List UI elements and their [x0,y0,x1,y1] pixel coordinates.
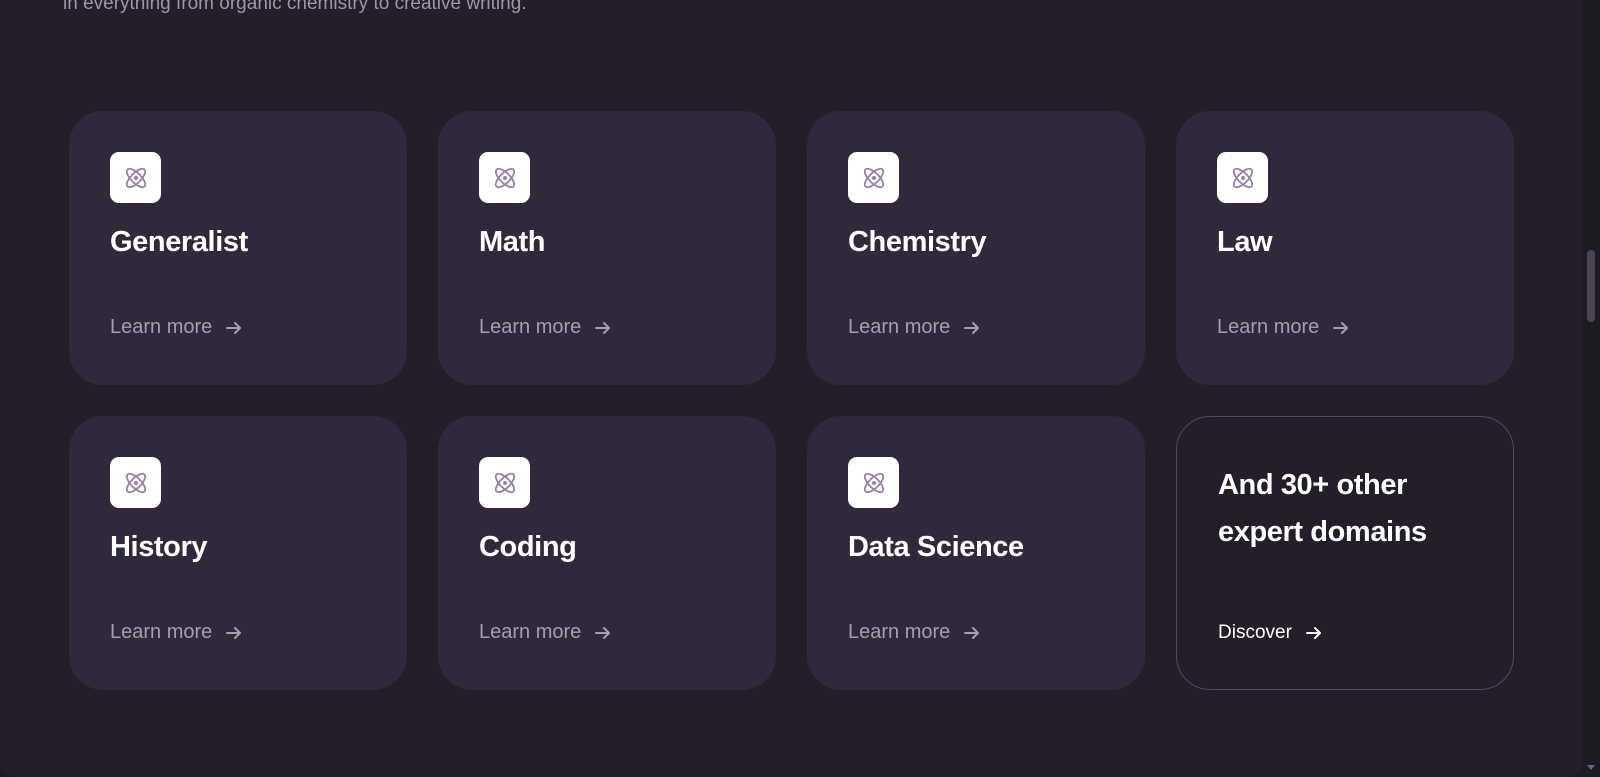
intro-text: in everything from organic chemistry to … [63,0,527,14]
learn-more-link[interactable]: Learn more [848,621,982,644]
arrow-right-icon [1304,623,1324,643]
learn-more-link[interactable]: Learn more [110,316,244,339]
learn-more-link[interactable]: Learn more [479,316,613,339]
atom-icon [848,457,899,508]
vertical-scrollbar[interactable] [1582,0,1600,777]
page: in everything from organic chemistry to … [0,0,1582,777]
atom-icon [479,457,530,508]
atom-icon [110,457,161,508]
link-label: Learn more [110,621,213,643]
link-label: Learn more [848,621,951,643]
domain-card-chemistry[interactable]: Chemistry Learn more [807,111,1145,385]
card-title: Chemistry [848,226,987,258]
atom-icon [1217,152,1268,203]
arrow-right-icon [962,318,982,338]
domain-card-coding[interactable]: Coding Learn more [438,416,776,690]
domain-card-law[interactable]: Law Learn more [1176,111,1514,385]
link-label: Learn more [1217,316,1320,338]
card-title: Math [479,226,546,258]
arrow-right-icon [224,623,244,643]
arrow-right-icon [1331,318,1351,338]
arrow-right-icon [593,623,613,643]
arrow-right-icon [224,318,244,338]
card-title: History [110,531,208,563]
arrow-right-icon [593,318,613,338]
card-title: Data Science [848,531,1024,563]
link-label: Learn more [479,316,582,338]
learn-more-link[interactable]: Learn more [848,316,982,339]
link-label: Discover [1218,622,1292,643]
learn-more-link[interactable]: Learn more [1217,316,1351,339]
atom-icon [479,152,530,203]
card-title: Coding [479,531,577,563]
domain-card-data-science[interactable]: Data Science Learn more [807,416,1145,690]
atom-icon [110,152,161,203]
scrollbar-thumb[interactable] [1587,250,1595,322]
more-domains-card[interactable]: And 30+ other expert domains Discover [1176,416,1514,690]
atom-icon [848,152,899,203]
card-title: Law [1217,226,1273,258]
learn-more-link[interactable]: Learn more [110,621,244,644]
domain-card-generalist[interactable]: Generalist Learn more [69,111,407,385]
domain-card-history[interactable]: History Learn more [69,416,407,690]
card-title: Generalist [110,226,248,258]
link-label: Learn more [110,316,213,338]
more-domains-title: And 30+ other expert domains [1218,469,1427,548]
domain-card-math[interactable]: Math Learn more [438,111,776,385]
learn-more-link[interactable]: Learn more [479,621,613,644]
scroll-down-icon[interactable] [1585,763,1597,773]
link-label: Learn more [848,316,951,338]
link-label: Learn more [479,621,582,643]
discover-link[interactable]: Discover [1218,622,1324,644]
arrow-right-icon [962,623,982,643]
